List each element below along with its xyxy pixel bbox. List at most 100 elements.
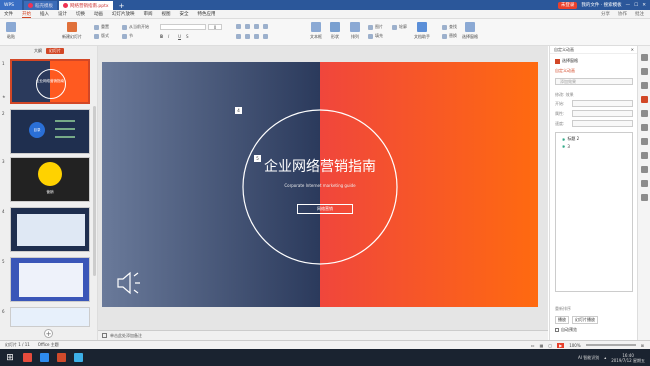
animation-icon[interactable] xyxy=(641,96,648,103)
font-family-select[interactable] xyxy=(160,24,206,30)
strikethrough-button[interactable]: S xyxy=(186,34,189,39)
tab-slides[interactable]: 幻灯片 xyxy=(46,47,64,54)
slide-thumb-5[interactable] xyxy=(10,257,90,302)
replace-button[interactable]: 替换 xyxy=(442,33,457,39)
minimize-icon[interactable]: — xyxy=(626,3,631,8)
reset-button[interactable]: 重置 xyxy=(94,24,109,30)
line-spacing-icon[interactable] xyxy=(263,24,268,29)
close-icon[interactable]: ✕ xyxy=(642,3,646,8)
align-left-icon[interactable] xyxy=(236,34,241,39)
wps-home-tab[interactable]: WPS xyxy=(0,0,22,10)
notes-pane[interactable]: 单击此处添加备注 xyxy=(98,330,548,340)
menu-file[interactable]: 文件 xyxy=(4,11,13,17)
menu-view[interactable]: 视图 xyxy=(162,11,171,17)
slide-thumb-3[interactable]: 营销 xyxy=(10,157,90,202)
taskbar-app[interactable] xyxy=(71,351,85,365)
select-pane-button[interactable]: 选择窗格 xyxy=(462,22,478,40)
bullet-icon[interactable] xyxy=(236,24,241,29)
tab-docer[interactable]: 稻壳模板 xyxy=(24,1,57,10)
section-button[interactable]: 节 xyxy=(122,33,133,39)
taskbar-app[interactable] xyxy=(37,351,51,365)
menu-home[interactable]: 开始 xyxy=(22,11,31,18)
align-right-icon[interactable] xyxy=(254,34,259,39)
indent-icon[interactable] xyxy=(254,24,259,29)
paste-button[interactable]: 粘贴 xyxy=(6,22,16,40)
slide-button-shape[interactable]: 网络营销 xyxy=(297,204,353,214)
menu-transition[interactable]: 切换 xyxy=(76,11,85,17)
outline-button[interactable]: 轮廓 xyxy=(392,24,407,30)
new-slide-button[interactable]: 新建幻灯片 xyxy=(62,22,82,40)
tab-document[interactable]: 网络营销指南.pptx xyxy=(59,1,113,10)
reading-view-icon[interactable]: ▢ xyxy=(548,343,552,348)
add-slide-button[interactable]: + xyxy=(44,329,53,338)
start-select[interactable] xyxy=(572,100,633,107)
comment-button[interactable]: 批注 xyxy=(635,11,644,17)
align-center-icon[interactable] xyxy=(245,34,250,39)
design-icon[interactable] xyxy=(641,124,648,131)
slide-thumb-6[interactable] xyxy=(10,307,90,327)
from-current-button[interactable]: 从当前开始 xyxy=(122,24,149,30)
animation-item[interactable]: ✱ 3 xyxy=(562,144,570,149)
font-size-select[interactable]: 0 xyxy=(208,24,222,30)
login-button[interactable]: 未登录 xyxy=(557,1,578,9)
property-icon[interactable] xyxy=(641,82,648,89)
menu-security[interactable]: 安全 xyxy=(180,11,189,17)
slide-thumb-4[interactable] xyxy=(10,207,90,252)
animation-list[interactable]: ✱ 标题 2 ✱ 3 xyxy=(555,132,633,292)
bold-button[interactable]: B xyxy=(160,34,163,39)
italic-button[interactable]: I xyxy=(168,34,173,39)
slide-thumb-2[interactable]: 目录 xyxy=(10,109,90,154)
animation-marker[interactable]: 4 xyxy=(235,107,242,114)
text-box-button[interactable]: 文本框 xyxy=(310,22,322,40)
transition-icon[interactable] xyxy=(641,110,648,117)
zoom-slider[interactable] xyxy=(585,344,636,346)
add-effect-button[interactable]: 添加效果 xyxy=(555,78,633,85)
arrange-button[interactable]: 排列 xyxy=(350,22,360,40)
underline-button[interactable]: U xyxy=(178,34,181,39)
menu-review[interactable]: 审阅 xyxy=(144,11,153,17)
help-icon[interactable] xyxy=(641,194,648,201)
play-button[interactable]: 播放 xyxy=(555,316,569,324)
find-button[interactable]: 查找 xyxy=(442,24,457,30)
slideshow-button[interactable]: 幻灯片播放 xyxy=(572,316,598,324)
shape-icon[interactable] xyxy=(641,138,648,145)
account-text[interactable]: 我的文件 · 搜索模板 xyxy=(581,2,621,8)
maximize-icon[interactable]: ☐ xyxy=(634,3,638,8)
layout-button[interactable]: 版式 xyxy=(94,33,109,39)
chart-icon[interactable] xyxy=(641,180,648,187)
select-pane-icon[interactable] xyxy=(641,54,648,61)
normal-view-icon[interactable]: ▭ xyxy=(531,343,535,348)
network-icon[interactable]: ▴ xyxy=(604,355,606,360)
text-tools-button[interactable]: 文档助手 xyxy=(414,22,430,40)
tray-text[interactable]: AI 智能识别 xyxy=(578,355,599,361)
menu-slideshow[interactable]: 幻灯片放映 xyxy=(112,11,135,17)
clock[interactable]: 16:40 2019/7/12 星期五 xyxy=(611,353,645,363)
new-tab-button[interactable]: + xyxy=(115,1,129,10)
speed-select[interactable] xyxy=(572,120,633,127)
slide-subtitle[interactable]: Corporate Internet marketing guide xyxy=(102,183,538,188)
menu-animation[interactable]: 动画 xyxy=(94,11,103,17)
slide-main[interactable]: 4 5 企业网络营销指南 Corporate Internet marketin… xyxy=(102,62,538,307)
fit-icon[interactable]: ⊞ xyxy=(641,343,644,348)
slide-title[interactable]: 企业网络营销指南 xyxy=(102,156,538,176)
image-icon[interactable] xyxy=(641,152,648,159)
start-button[interactable]: ⊞ xyxy=(3,351,17,365)
menu-insert[interactable]: 插入 xyxy=(40,11,49,17)
share-button[interactable]: 分享 xyxy=(601,11,610,17)
taskbar-app[interactable] xyxy=(54,351,68,365)
justify-icon[interactable] xyxy=(263,34,268,39)
taskbar-app[interactable] xyxy=(20,351,34,365)
picture-button[interactable]: 图片 xyxy=(368,24,383,30)
thumb-scrollbar[interactable] xyxy=(93,106,96,276)
tab-outline[interactable]: 大纲 xyxy=(34,48,42,54)
autopreview-checkbox[interactable]: 自动预览 xyxy=(555,327,577,333)
property-select[interactable] xyxy=(572,110,633,117)
menu-features[interactable]: 特色应用 xyxy=(198,11,216,17)
select-pane-link[interactable]: 选择窗格 xyxy=(555,58,578,64)
fill-button[interactable]: 填充 xyxy=(368,33,383,39)
play-slideshow-button[interactable]: ▶ xyxy=(557,342,565,348)
table-icon[interactable] xyxy=(641,166,648,173)
menu-design[interactable]: 设计 xyxy=(58,11,67,17)
style-icon[interactable] xyxy=(641,68,648,75)
numbering-icon[interactable] xyxy=(245,24,250,29)
